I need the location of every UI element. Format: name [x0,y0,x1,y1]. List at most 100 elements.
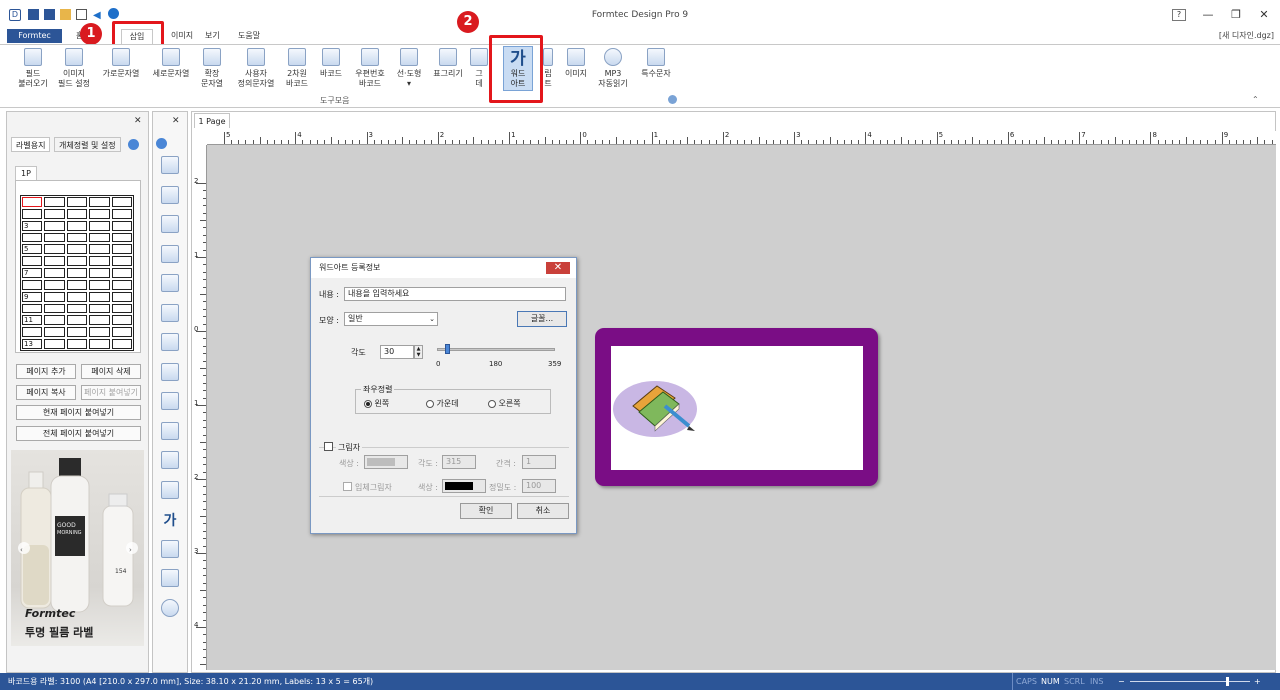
label-cell[interactable] [89,279,110,290]
draw-table-button[interactable]: 표그리기 [430,48,466,79]
label-cell[interactable] [111,256,132,267]
barcode-tool-icon[interactable] [161,362,179,381]
tab-help[interactable]: 도움말 [230,29,268,43]
label-cell[interactable] [44,244,65,255]
tab-object-align[interactable]: 개체정렬 및 설정 [54,137,121,152]
spacing-input[interactable]: 1 [522,455,556,469]
label-sheet-grid[interactable]: 3 5 7 9 11 13 [20,195,134,351]
ribbon-collapse-icon[interactable]: ⌃ [1252,95,1259,104]
label-cell[interactable] [22,256,43,267]
label-cell[interactable] [89,291,110,302]
list-tool-icon[interactable] [161,480,179,499]
minimize-button[interactable]: — [1194,6,1222,24]
2d-barcode-button[interactable]: 2차원 바코드 [282,48,312,89]
advertisement-banner[interactable]: GOOD MORNING 154 ‹ › Formtec 투명 필름 라벨 [11,450,144,646]
vertical-text-tool-icon[interactable] [161,244,179,263]
solid-color-select[interactable] [442,479,486,493]
graphic-data-button[interactable]: 그 데 [469,48,489,89]
field-tool-icon[interactable] [161,156,179,174]
shape-select[interactable]: 일반 ⌄ [344,312,438,326]
image-field-tool-icon[interactable] [161,185,179,204]
label-cell[interactable] [66,197,88,207]
label-cell[interactable] [89,232,110,243]
label-cell[interactable] [89,268,110,278]
label-cell[interactable] [66,208,88,219]
label-cell[interactable] [111,315,132,326]
mp3-autoread-button[interactable]: MP3 자동읽기 [596,48,630,89]
label-cell[interactable] [111,208,132,219]
label-cell[interactable] [66,232,88,243]
help-button[interactable]: ? [1172,9,1186,21]
canvas-page-tab[interactable]: 1 Page [194,113,230,128]
label-cell[interactable] [111,303,132,314]
toolstrip-close-icon[interactable]: ✕ [172,116,180,126]
content-input[interactable]: 내용을 입력하세요 [344,287,566,301]
label-cell[interactable] [89,315,110,326]
shadow-color-select[interactable] [364,455,408,469]
label-cell[interactable] [66,327,88,338]
add-page-button[interactable]: 페이지 추가 [16,364,76,379]
label-cell[interactable] [89,327,110,338]
cd-tool-icon[interactable] [161,598,179,617]
label-cell[interactable] [89,197,110,207]
delete-page-button[interactable]: 페이지 삭제 [81,364,141,379]
label-cell[interactable] [44,291,65,302]
label-cell[interactable] [44,220,65,231]
font-button[interactable]: 글꼴... [517,311,567,327]
ad-prev-icon[interactable]: ‹ [20,546,23,554]
label-object[interactable] [595,328,878,486]
zoom-slider-thumb[interactable] [1226,677,1229,686]
paste-all-pages-button[interactable]: 전체 페이지 붙여넣기 [16,426,141,441]
sheet-page-tab[interactable]: 1P [15,166,37,180]
toolstrip-next-icon[interactable] [156,138,167,149]
angle-slider-thumb[interactable] [444,344,450,354]
label-cell[interactable] [89,220,110,231]
label-cell[interactable] [111,197,132,207]
custom-text-button[interactable]: 사용자 정의문자열 [233,48,279,89]
paste-page-button[interactable]: 페이지 붙여넣기 [81,385,141,400]
zoom-slider-track[interactable] [1130,681,1250,682]
label-cell[interactable] [44,268,65,278]
label-content-area[interactable] [611,346,863,470]
label-cell[interactable] [66,244,88,255]
shadow-angle-input[interactable]: 315 [442,455,476,469]
tab-view[interactable]: 보기 [197,29,228,43]
shadow-checkbox[interactable] [324,442,333,451]
zoom-out-button[interactable]: − [1118,673,1125,690]
field-load-button[interactable]: 필드 불러오기 [14,48,52,89]
label-cell[interactable] [44,339,65,349]
special-char-button[interactable]: 특수문자 [637,48,675,79]
align-right-radio[interactable]: 오른쪽 [488,398,521,409]
restore-button[interactable]: ❐ [1222,6,1250,24]
label-cell[interactable] [111,268,132,278]
label-cell[interactable] [111,279,132,290]
label-cell[interactable] [66,220,88,231]
postal-barcode-tool-icon[interactable] [161,392,179,410]
label-cell[interactable] [66,303,88,314]
label-cell[interactable] [22,327,43,338]
label-cell[interactable] [22,232,43,243]
label-cell[interactable] [111,339,132,349]
label-cell[interactable] [66,268,88,278]
label-cell[interactable] [44,232,65,243]
image-button[interactable]: 이미지 [561,48,591,79]
label-cell[interactable] [22,208,43,219]
copy-page-button[interactable]: 페이지 복사 [16,385,76,400]
horizontal-text-tool-icon[interactable] [161,215,179,233]
shape-tool-icon[interactable] [161,421,179,440]
qr-tool-icon[interactable] [161,333,179,351]
horizontal-text-button[interactable]: 가로문자열 [98,48,144,79]
custom-text-tool-icon[interactable] [161,303,179,322]
angle-input[interactable]: 30 [380,345,414,359]
zoom-in-button[interactable]: + [1254,673,1261,690]
label-cell[interactable] [44,208,65,219]
label-cell[interactable] [89,339,110,349]
label-cell[interactable] [66,256,88,267]
group-expand-icon[interactable] [668,95,677,104]
barcode-button[interactable]: 바코드 [316,48,346,79]
tab-label-paper[interactable]: 라벨용지 [11,137,51,152]
table-tool-icon[interactable] [161,451,179,469]
shapes-button[interactable]: 선·도형 ▾ [393,48,425,89]
label-cell[interactable] [44,303,65,314]
clipart-tool-icon[interactable] [161,539,179,558]
